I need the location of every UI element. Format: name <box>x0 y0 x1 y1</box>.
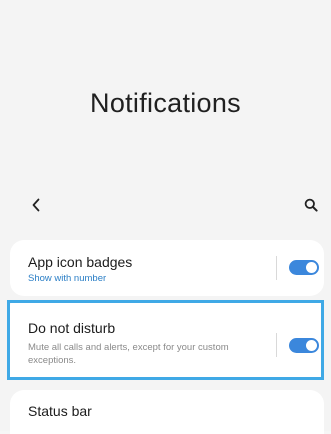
do-not-disturb-item[interactable]: Do not disturb Mute all calls and alerts… <box>10 303 324 379</box>
divider <box>276 256 277 280</box>
app-icon-badges-title: App icon badges <box>28 254 133 270</box>
do-not-disturb-title: Do not disturb <box>28 320 116 336</box>
chevron-left-icon <box>32 198 40 212</box>
page-title: Notifications <box>90 88 241 118</box>
app-icon-badges-toggle[interactable] <box>289 260 319 275</box>
do-not-disturb-toggle[interactable] <box>289 338 319 353</box>
do-not-disturb-description: Mute all calls and alerts, except for yo… <box>28 342 229 366</box>
search-icon <box>304 198 318 212</box>
status-bar-item[interactable]: Status bar <box>10 390 324 434</box>
app-icon-badges-subtitle: Show with number <box>28 273 107 284</box>
toggle-knob <box>306 262 317 273</box>
toolbar <box>0 192 331 220</box>
status-bar-title: Status bar <box>28 403 92 419</box>
divider <box>276 333 277 357</box>
back-button[interactable] <box>26 194 46 216</box>
notifications-screen: Notifications App icon badges Show with … <box>0 0 331 434</box>
app-icon-badges-item[interactable]: App icon badges Show with number <box>10 240 324 296</box>
search-button[interactable] <box>300 194 322 216</box>
toggle-knob <box>306 340 317 351</box>
